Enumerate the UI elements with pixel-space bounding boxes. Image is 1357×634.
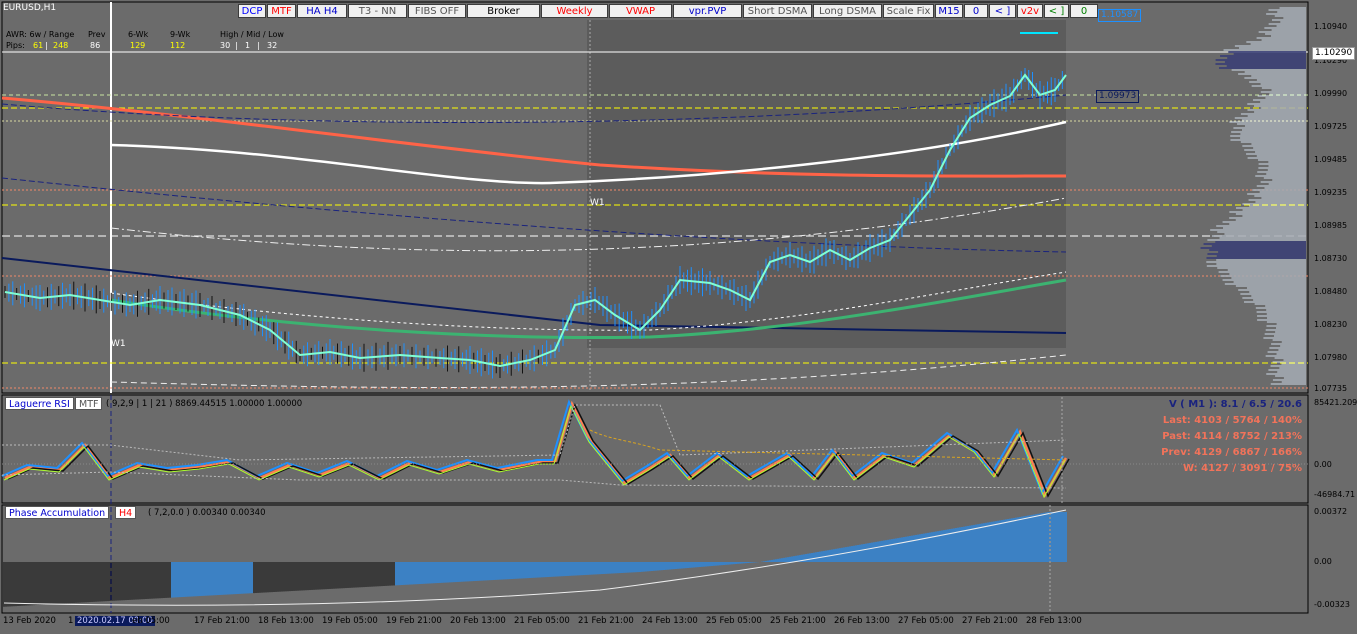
pips-value-2: 248 [53, 41, 69, 50]
pips-sep: | [45, 41, 48, 50]
laguerre-panel-border [1, 394, 1309, 504]
volume-stat-line: W: 4127 / 3091 / 75% [1182, 463, 1302, 474]
prev-value: 86 [90, 41, 101, 50]
toolbar-button-fibs-off-4[interactable]: FIBS OFF [408, 4, 466, 18]
hml-label: High / Mid / Low [220, 30, 284, 39]
time-axis-label: 21 Feb 21:00 [578, 616, 634, 626]
9wk-label: 9-Wk [170, 30, 191, 39]
week-box [587, 20, 1066, 348]
toolbar-button-t3-nn-3[interactable]: T3 - NN [348, 4, 407, 18]
toolbar-button-broker-5[interactable]: Broker [467, 4, 540, 18]
toolbar-button-ha-h4-2[interactable]: HA H4 [297, 4, 347, 18]
toolbar-button--14[interactable]: < ] [989, 4, 1016, 18]
toolbar-button-short-dsma-9[interactable]: Short DSMA [743, 4, 812, 18]
phase-axis-bottom: -0.00323 [1314, 600, 1350, 609]
price-axis-label: 1.09725 [1314, 122, 1348, 131]
high-price-tag: 1.10587 [1098, 9, 1142, 22]
hml-sep-1: | [235, 41, 238, 50]
price-axis-label: 1.10940 [1314, 22, 1348, 31]
time-axis-label: 26 Feb 13:00 [834, 616, 890, 626]
phase-panel-border [1, 504, 1309, 614]
phase-tf[interactable]: H4 [115, 506, 137, 519]
high-value: 30 [220, 41, 231, 50]
laguerre-axis-bottom: -46984.71 [1314, 490, 1356, 499]
phase-label[interactable]: Phase Accumulation [5, 506, 110, 519]
toolbar-button-0-13[interactable]: 0 [964, 4, 988, 18]
6wk-label: 6-Wk [128, 30, 149, 39]
price-axis-label: 1.08230 [1314, 320, 1348, 329]
awr-label: AWR: 6w / Range [6, 30, 75, 39]
laguerre-line-orange [4, 400, 1068, 498]
time-axis-label: 19 Feb 05:00 [322, 616, 378, 626]
price-axis-label: 1.09485 [1314, 155, 1348, 164]
time-axis-label: eb 05:00 [132, 616, 170, 626]
time-axis-label: 24 Feb 13:00 [642, 616, 698, 626]
laguerre-tf[interactable]: MTF [75, 397, 103, 410]
toolbar-button-long-dsma-10[interactable]: Long DSMA [813, 4, 882, 18]
phase-signal-line [3, 509, 1067, 606]
lower-dash-band [110, 354, 1067, 389]
time-axis-label: 25 Feb 21:00 [770, 616, 826, 626]
price-axis-label: 1.08730 [1314, 254, 1348, 263]
hml-sep-2: | [257, 41, 260, 50]
low-value: 32 [267, 41, 278, 50]
toolbar-button-vpr-pvp-8[interactable]: vpr.PVP [673, 4, 742, 18]
volume-stat-line: Last: 4103 / 5764 / 140% [1162, 415, 1302, 426]
toolbar-button-0-17[interactable]: 0 [1070, 4, 1098, 18]
time-axis-label: 27 Feb 21:00 [962, 616, 1018, 626]
time-axis-label: 13 Feb 2020 [3, 616, 56, 626]
toolbar-button-vwap-7[interactable]: VWAP [609, 4, 672, 18]
current-price-tag: 1.10290 [1312, 47, 1356, 60]
laguerre-label[interactable]: Laguerre RSI [5, 397, 74, 410]
time-axis-label: 28 Feb 13:00 [1026, 616, 1082, 626]
price-axis-label: 1.07980 [1314, 353, 1348, 362]
w1-label-left: W1 [111, 339, 126, 349]
mid-value: 1 [245, 41, 251, 50]
toolbar-button-v2v-15[interactable]: v2v [1017, 4, 1043, 18]
9wk-value: 112 [170, 41, 186, 50]
prev-label: Prev [88, 30, 106, 39]
toolbar-button--16[interactable]: < ] [1044, 4, 1069, 18]
time-axis-label: 1 [68, 616, 74, 626]
toolbar-button-mtf-1[interactable]: MTF [267, 4, 296, 18]
volume-stat-line: Prev: 4129 / 6867 / 166% [1161, 447, 1302, 458]
price-axis-label: 1.07735 [1314, 384, 1348, 393]
pips-value-1: 61 [33, 41, 44, 50]
price-axis-label: 1.08480 [1314, 287, 1348, 296]
6wk-value: 129 [130, 41, 146, 50]
level-price-tag: 1.09973 [1096, 90, 1140, 103]
price-axis-label: 1.09990 [1314, 89, 1348, 98]
time-axis-label: 19 Feb 21:00 [386, 616, 442, 626]
phase-axis-top: 0.00372 [1314, 507, 1348, 516]
toolbar-button-dcp-0[interactable]: DCP [238, 4, 266, 18]
toolbar-button-m15-12[interactable]: M15 [935, 4, 963, 18]
laguerre-axis-top: 85421.209 [1314, 398, 1357, 407]
laguerre-axis-zero: 0.00 [1314, 460, 1332, 469]
time-axis-label: 25 Feb 05:00 [706, 616, 762, 626]
price-axis-label: 1.08985 [1314, 221, 1348, 230]
volume-stat-line: V ( M1 ): 8.1 / 6.5 / 20.6 [1168, 399, 1302, 410]
laguerre-line-blue [1, 399, 1064, 496]
toolbar-button-scale-fix-11[interactable]: Scale Fix [883, 4, 934, 18]
toolbar-button-weekly-6[interactable]: Weekly [541, 4, 608, 18]
w1-label-right: W1 [590, 198, 605, 208]
phase-axis-zero: 0.00 [1314, 557, 1332, 566]
laguerre-line-black [7, 402, 1070, 498]
phase-params: ( 7,2,0.0 ) 0.00340 0.00340 [148, 508, 266, 518]
time-axis-label: 18 Feb 13:00 [258, 616, 314, 626]
laguerre-lower-band [1, 471, 1067, 489]
time-axis-label: 21 Feb 05:00 [514, 616, 570, 626]
laguerre-upper-band [2, 404, 1067, 461]
laguerre-params: ( 9,2,9 | 1 | 21 ) 8869.44515 1.00000 1.… [106, 399, 303, 409]
price-axis-label: 1.09235 [1314, 188, 1348, 197]
pips-label: Pips: [6, 41, 25, 50]
time-axis-label: 20 Feb 13:00 [450, 616, 506, 626]
chart-canvas [1, 1, 1309, 614]
time-axis-label: 27 Feb 05:00 [898, 616, 954, 626]
symbol-label: EURUSD,H1 [3, 3, 57, 13]
volume-stat-line: Past: 4114 / 8752 / 213% [1162, 431, 1302, 442]
time-axis-label: 17 Feb 21:00 [194, 616, 250, 626]
